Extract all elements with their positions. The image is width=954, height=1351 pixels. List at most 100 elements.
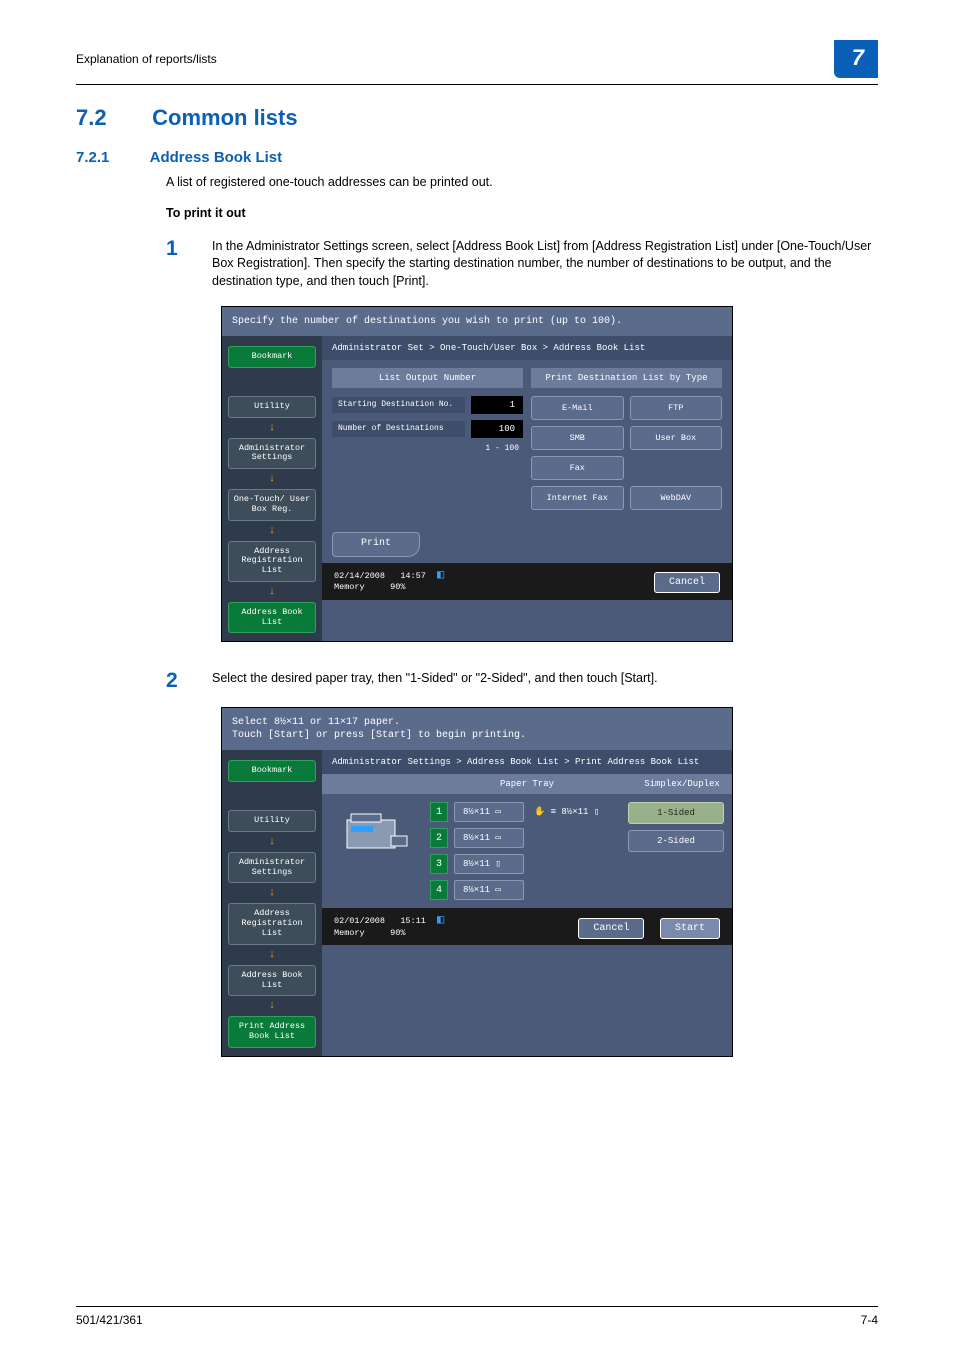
s2-footer-time: 15:11 xyxy=(400,916,426,926)
tray-3-size: 8½×11 ▯ xyxy=(454,854,524,874)
status-icon: ◧ xyxy=(437,568,444,582)
chapter-badge: 7 xyxy=(834,40,878,78)
start-button[interactable]: Start xyxy=(660,918,720,939)
step-2: 2 Select the desired paper tray, then "1… xyxy=(166,670,878,691)
step-1: 1 In the Administrator Settings screen, … xyxy=(166,238,878,291)
sidebar-print-address-book[interactable]: Print Address Book List xyxy=(228,1016,316,1048)
s2-breadcrumb: Administrator Settings > Address Book Li… xyxy=(322,750,732,774)
subsection-title: Address Book List xyxy=(150,149,283,166)
type-smb-button[interactable]: SMB xyxy=(531,426,624,450)
s1-main: Administrator Set > One-Touch/User Box >… xyxy=(322,336,732,641)
tray-1-number: 1 xyxy=(430,802,448,822)
section-title: Common lists xyxy=(152,105,297,130)
s2-footer-memory-pct: 90% xyxy=(390,928,405,938)
s1-footer-status: 02/14/2008 14:57 ◧ Memory 90% xyxy=(334,568,444,593)
paper-tray-head: Paper Tray xyxy=(422,774,632,794)
tray-2-size: 8½×11 ▭ xyxy=(454,828,524,848)
s2-top-message: Select 8½×11 or 11×17 paper. Touch [Star… xyxy=(222,708,732,750)
screenshot-1: Specify the number of destinations you w… xyxy=(221,306,733,642)
chevron-down-icon: ↓ xyxy=(222,586,322,598)
sidebar-address-book-list[interactable]: Address Book List xyxy=(228,965,316,997)
chevron-down-icon: ↓ xyxy=(222,949,322,961)
tray-4-size: 8½×11 ▭ xyxy=(454,880,524,900)
cancel-button[interactable]: Cancel xyxy=(578,918,644,939)
th-spacer xyxy=(322,774,422,794)
starting-destination-value[interactable]: 1 xyxy=(471,396,523,414)
s1-footer-time: 14:57 xyxy=(400,571,426,581)
screenshot-2: Select 8½×11 or 11×17 paper. Touch [Star… xyxy=(221,707,733,1056)
tray-4-number: 4 xyxy=(430,880,448,900)
number-destinations-label: Number of Destinations xyxy=(332,421,465,438)
s2-sidebar: Bookmark Utility ↓ Administrator Setting… xyxy=(222,750,322,1055)
bookmark-button[interactable]: Bookmark xyxy=(228,346,316,368)
s2-main: Administrator Settings > Address Book Li… xyxy=(322,750,732,1055)
chevron-down-icon: ↓ xyxy=(222,473,322,485)
type-ftp-button[interactable]: FTP xyxy=(630,396,723,420)
tray-1-size: 8½×11 ▭ xyxy=(454,802,524,822)
two-sided-button[interactable]: 2-Sided xyxy=(628,830,724,852)
header-breadcrumb: Explanation of reports/lists xyxy=(76,52,217,66)
s1-top-message: Specify the number of destinations you w… xyxy=(222,307,732,336)
s1-left-column: List Output Number Starting Destination … xyxy=(332,368,523,510)
bookmark-button[interactable]: Bookmark xyxy=(228,760,316,782)
simplex-duplex-head: Simplex/Duplex xyxy=(632,774,732,794)
tray-row-3[interactable]: 3 8½×11 ▯ xyxy=(430,854,620,874)
sidebar-address-registration[interactable]: Address Registration List xyxy=(228,541,316,582)
starting-destination-label: Starting Destination No. xyxy=(332,397,465,414)
s1-footer-memory-pct: 90% xyxy=(390,582,405,592)
footer-page: 7-4 xyxy=(861,1313,878,1327)
type-fax-button[interactable]: Fax xyxy=(531,456,624,480)
to-print-heading: To print it out xyxy=(166,206,878,220)
chevron-down-icon: ↓ xyxy=(222,525,322,537)
status-icon: ◧ xyxy=(437,913,444,927)
s1-sidebar: Bookmark Utility ↓ Administrator Setting… xyxy=(222,336,322,641)
chevron-down-icon: ↓ xyxy=(222,422,322,434)
type-webdav-button[interactable]: WebDAV xyxy=(630,486,723,510)
type-email-button[interactable]: E-Mail xyxy=(531,396,624,420)
s1-breadcrumb: Administrator Set > One-Touch/User Box >… xyxy=(322,336,732,360)
sidebar-onetouch-userbox[interactable]: One-Touch/ User Box Reg. xyxy=(228,489,316,521)
tray-row-1[interactable]: 1 8½×11 ▭ ✋ ≡ 8½×11 ▯ xyxy=(430,802,620,822)
s2-footer-status: 02/01/2008 15:11 ◧ Memory 90% xyxy=(334,913,444,938)
tray-row-4[interactable]: 4 8½×11 ▭ xyxy=(430,880,620,900)
bypass-tray[interactable]: ✋ ≡ 8½×11 ▯ xyxy=(530,807,603,817)
s2-footer-memory-label: Memory xyxy=(334,928,365,938)
step-1-number: 1 xyxy=(166,238,184,259)
sidebar-address-registration[interactable]: Address Registration List xyxy=(228,903,316,944)
cancel-button[interactable]: Cancel xyxy=(654,572,720,593)
intro-text: A list of registered one-touch addresses… xyxy=(166,174,878,192)
print-button[interactable]: Print xyxy=(332,532,420,557)
step-2-text: Select the desired paper tray, then "1-S… xyxy=(212,670,878,688)
page-footer: 501/421/361 7-4 xyxy=(76,1306,878,1327)
chevron-down-icon: ↓ xyxy=(222,836,322,848)
section-heading: 7.2 Common lists xyxy=(76,105,878,131)
footer-model: 501/421/361 xyxy=(76,1313,143,1327)
section-number: 7.2 xyxy=(76,105,146,131)
step-1-text: In the Administrator Settings screen, se… xyxy=(212,238,878,291)
one-sided-button[interactable]: 1-Sided xyxy=(628,802,724,824)
chevron-down-icon: ↓ xyxy=(222,1000,322,1012)
step-2-number: 2 xyxy=(166,670,184,691)
subsection-heading: 7.2.1 Address Book List xyxy=(76,149,878,166)
type-internetfax-button[interactable]: Internet Fax xyxy=(531,486,624,510)
sidebar-admin-settings[interactable]: Administrator Settings xyxy=(228,438,316,470)
s1-footer-date: 02/14/2008 xyxy=(334,571,385,581)
s2-footer-date: 02/01/2008 xyxy=(334,916,385,926)
tray-3-number: 3 xyxy=(430,854,448,874)
sidebar-utility[interactable]: Utility xyxy=(228,396,316,418)
number-destinations-value[interactable]: 100 xyxy=(471,420,523,438)
tray-row-2[interactable]: 2 8½×11 ▭ xyxy=(430,828,620,848)
list-output-number-head: List Output Number xyxy=(332,368,523,388)
s1-right-column: Print Destination List by Type E-Mail FT… xyxy=(531,368,722,510)
chevron-down-icon: ↓ xyxy=(222,887,322,899)
printer-icon xyxy=(330,802,422,866)
subsection-number: 7.2.1 xyxy=(76,149,146,166)
sidebar-address-book-list[interactable]: Address Book List xyxy=(228,602,316,634)
tray-list: 1 8½×11 ▭ ✋ ≡ 8½×11 ▯ 2 8½×11 ▭ 3 8½×11 … xyxy=(430,802,620,900)
sidebar-admin-settings[interactable]: Administrator Settings xyxy=(228,852,316,884)
sidebar-utility[interactable]: Utility xyxy=(228,810,316,832)
page-header: Explanation of reports/lists 7 xyxy=(76,40,878,85)
simplex-duplex-column: 1-Sided 2-Sided xyxy=(628,802,724,900)
s1-footer-memory-label: Memory xyxy=(334,582,365,592)
type-userbox-button[interactable]: User Box xyxy=(630,426,723,450)
